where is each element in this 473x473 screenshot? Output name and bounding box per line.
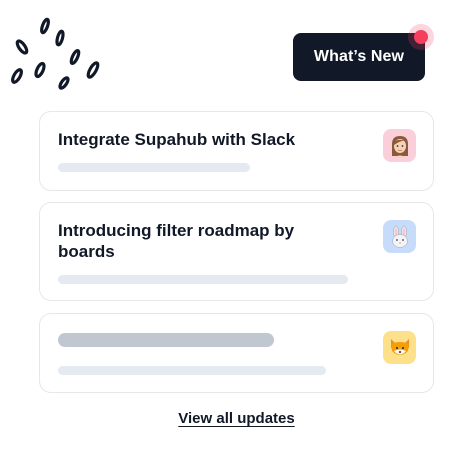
update-title: Introducing filter roadmap by boards (58, 221, 295, 261)
skeleton-line (58, 275, 348, 284)
fox-face-icon (383, 331, 416, 364)
view-all-container: View all updates (0, 410, 473, 428)
update-title: Integrate Supahub with Slack (58, 130, 296, 149)
update-card[interactable]: Integrate Supahub with Slack (39, 111, 434, 191)
whats-new-widget: What’s New Integrate Supahub with Slack … (0, 0, 473, 473)
notification-dot (414, 30, 428, 44)
view-all-updates-link[interactable]: View all updates (178, 410, 294, 427)
rabbit-face-icon (383, 220, 416, 253)
whats-new-label: What’s New (313, 48, 405, 65)
woman-face-icon (383, 129, 416, 162)
update-card[interactable] (39, 313, 434, 393)
skeleton-line (58, 163, 250, 172)
whats-new-button[interactable]: What’s New (293, 33, 425, 81)
skeleton-title (58, 333, 274, 347)
update-card[interactable]: Introducing filter roadmap by boards (39, 202, 434, 301)
skeleton-line (58, 366, 326, 375)
decorative-dashes (11, 17, 100, 90)
